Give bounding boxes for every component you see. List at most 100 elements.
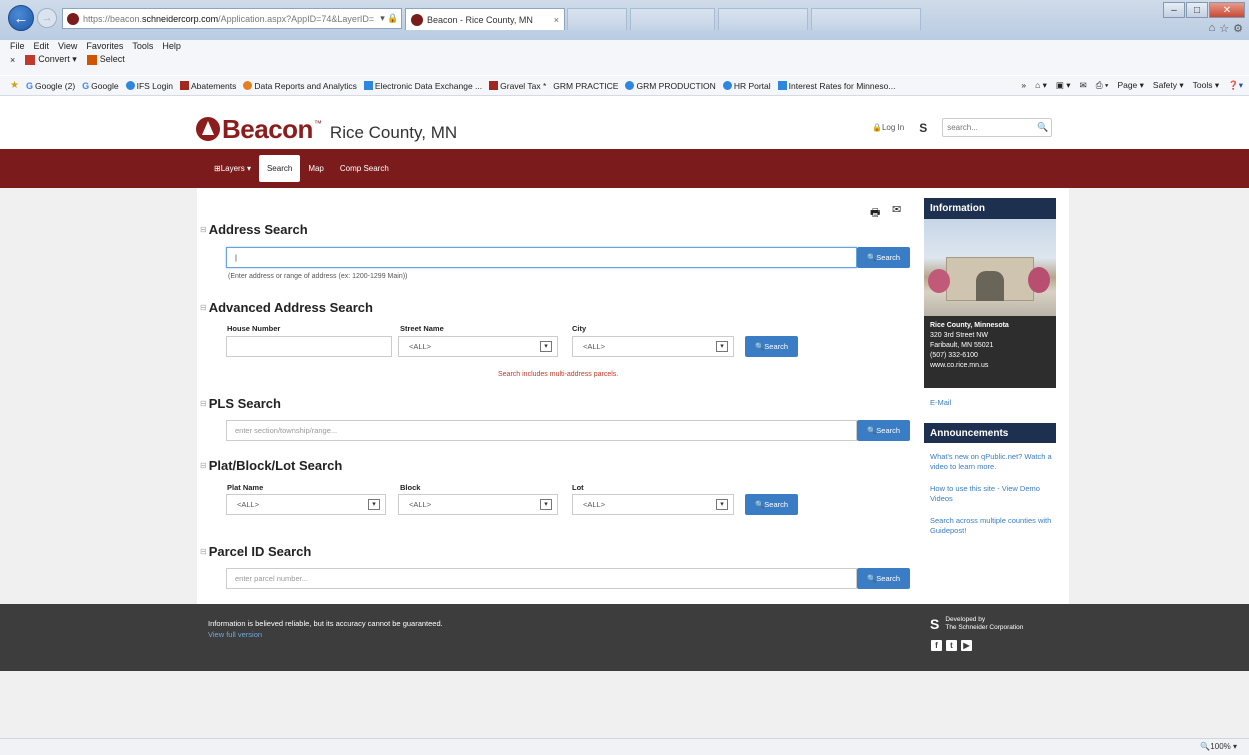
favorite-link[interactable]: GRM PRACTICE xyxy=(553,81,618,91)
house-number-input[interactable] xyxy=(226,336,392,357)
menu-view[interactable]: View xyxy=(58,41,77,51)
menu-file[interactable]: File xyxy=(10,41,25,51)
street-name-label: Street Name xyxy=(400,324,444,333)
login-link[interactable]: 🔒Log In xyxy=(872,123,904,132)
maximize-icon[interactable]: □ xyxy=(1186,2,1208,18)
ie-icon xyxy=(722,81,732,90)
email-link[interactable]: E-Mail xyxy=(930,398,951,407)
county-website[interactable]: www.co.rice.mn.us xyxy=(930,361,1050,371)
ie-icon xyxy=(125,81,135,90)
advanced-search-button[interactable]: 🔍Search xyxy=(745,336,798,357)
parcel-search-button[interactable]: 🔍Search xyxy=(857,568,910,589)
help-icon[interactable]: ❓▾ xyxy=(1228,80,1243,91)
favorite-link[interactable]: HR Portal xyxy=(722,80,771,91)
mail-icon[interactable]: ✉ xyxy=(1080,80,1087,91)
city-select[interactable]: <ALL> ▾ xyxy=(572,336,734,357)
advanced-search-title[interactable]: ⊟ Advanced Address Search xyxy=(200,300,373,315)
browser-tab[interactable] xyxy=(567,8,627,30)
developed-by[interactable]: S Developed by The Schneider Corporation xyxy=(930,616,1023,632)
favorite-link[interactable]: Data Reports and Analytics xyxy=(243,81,357,91)
pls-search-input[interactable]: enter section/township/range... xyxy=(226,420,857,441)
parcel-id-input[interactable]: enter parcel number... xyxy=(226,568,857,589)
favorite-link[interactable]: IFS Login xyxy=(125,81,173,91)
announcement-link[interactable]: What's new on qPublic.net? Watch a video… xyxy=(930,452,1054,472)
plat-name-select[interactable]: <ALL> ▾ xyxy=(226,494,386,515)
browser-tab[interactable] xyxy=(718,8,808,30)
plat-search-title[interactable]: ⊟ Plat/Block/Lot Search xyxy=(200,458,342,473)
menu-help[interactable]: Help xyxy=(162,41,181,51)
menu-favorites[interactable]: Favorites xyxy=(86,41,123,51)
tools-menu[interactable]: Tools ▾ xyxy=(1193,80,1219,91)
home-icon[interactable]: ⌂ xyxy=(1209,22,1216,35)
email-icon[interactable]: ✉ xyxy=(892,203,901,216)
nav-comp-search[interactable]: Comp Search xyxy=(332,155,397,182)
select-button[interactable]: Select xyxy=(86,54,125,65)
close-window-icon[interactable]: ✕ xyxy=(1209,2,1245,18)
block-select[interactable]: <ALL> ▾ xyxy=(398,494,558,515)
nav-layers[interactable]: ⊞Layers ▾ xyxy=(206,155,259,182)
twitter-icon[interactable]: t xyxy=(946,640,957,651)
page-menu[interactable]: Page ▾ xyxy=(1117,80,1143,91)
favorite-label: Abatements xyxy=(190,80,237,91)
favorite-link[interactable]: GRM PRODUCTION xyxy=(625,81,716,91)
pls-search-button[interactable]: 🔍Search xyxy=(857,420,910,441)
tree-shape xyxy=(928,269,950,293)
street-name-select[interactable]: <ALL> ▾ xyxy=(398,336,558,357)
favorites-overflow-icon[interactable]: » xyxy=(1021,80,1026,91)
tab-close-icon[interactable]: × xyxy=(554,15,559,25)
home-menu-icon[interactable]: ⌂ ▾ xyxy=(1035,80,1047,91)
parcel-search-title[interactable]: ⊟ Parcel ID Search xyxy=(200,544,311,559)
favorite-link[interactable]: Abatements xyxy=(179,80,237,91)
collapse-icon: ⊟ xyxy=(200,461,207,470)
browser-tab[interactable] xyxy=(630,8,715,30)
input-caret: | xyxy=(235,253,237,262)
favorite-label: HR Portal xyxy=(733,80,771,91)
plat-search-button[interactable]: 🔍Search xyxy=(745,494,798,515)
announcement-link[interactable]: How to use this site - View Demo Videos xyxy=(930,484,1054,504)
zoom-level[interactable]: 🔍100% ▾ xyxy=(1200,742,1237,751)
lot-select[interactable]: <ALL> ▾ xyxy=(572,494,734,515)
view-full-version-link[interactable]: View full version xyxy=(208,630,262,639)
beacon-logo[interactable]: Beacon ™ Rice County, MN xyxy=(196,114,457,145)
header-right: 🔒Log In S 🔍 xyxy=(872,118,1053,137)
convert-button[interactable]: Convert ▾ xyxy=(25,54,77,65)
favorite-link[interactable]: Gravel Tax * xyxy=(489,81,546,91)
star-icon[interactable]: ☆ xyxy=(1219,22,1229,35)
print-menu-icon[interactable]: ⎙ ▾ xyxy=(1096,80,1109,91)
search-icon[interactable]: 🔍 xyxy=(1037,122,1048,133)
print-icon[interactable]: 🖶 xyxy=(870,204,880,223)
arrow-left-icon: ← xyxy=(13,9,29,27)
address-bar[interactable]: https://beacon. schneidercorp.com/Applica… xyxy=(62,8,402,29)
close-toolbar-icon[interactable]: × xyxy=(10,55,15,65)
announcement-link[interactable]: Search across multiple counties with Gui… xyxy=(930,516,1054,536)
county-city: Faribault, MN 55021 xyxy=(930,342,994,349)
minimize-icon[interactable]: – xyxy=(1163,2,1185,18)
back-button[interactable]: ← xyxy=(8,5,34,31)
header-search-input[interactable] xyxy=(947,123,1038,132)
forward-button[interactable]: → xyxy=(37,8,57,28)
menu-tools[interactable]: Tools xyxy=(132,41,153,51)
facebook-icon[interactable]: f xyxy=(931,640,942,651)
pls-search-title[interactable]: ⊟ PLS Search xyxy=(200,396,281,411)
favorite-link[interactable]: Electronic Data Exchange ... xyxy=(363,81,482,91)
safety-menu[interactable]: Safety ▾ xyxy=(1153,80,1184,91)
favorites-star-icon[interactable]: ★ xyxy=(10,80,19,91)
browser-tab-active[interactable]: Beacon - Rice County, MN × xyxy=(405,8,565,30)
address-search-button[interactable]: 🔍Search xyxy=(857,247,910,268)
nav-map[interactable]: Map xyxy=(300,155,332,182)
favorite-link[interactable]: G Google (2) xyxy=(26,81,75,92)
favorite-link[interactable]: Interest Rates for Minneso... xyxy=(777,81,895,91)
address-search-input[interactable]: | xyxy=(226,247,857,268)
address-bar-controls[interactable]: ▾ 🔒 C xyxy=(380,13,401,24)
chevron-down-icon: ▾ xyxy=(716,341,728,352)
address-search-title[interactable]: ⊟ Address Search xyxy=(200,222,308,237)
report-icon xyxy=(243,81,253,90)
youtube-icon[interactable]: ▶ xyxy=(961,640,972,651)
favorite-link[interactable]: G Google xyxy=(82,81,118,92)
feeds-icon[interactable]: ▣ ▾ xyxy=(1056,80,1071,91)
schneider-logo-icon: S xyxy=(930,616,940,632)
menu-edit[interactable]: Edit xyxy=(34,41,50,51)
gear-icon[interactable]: ⚙ xyxy=(1233,22,1243,35)
nav-search[interactable]: Search xyxy=(258,155,301,182)
browser-tab[interactable] xyxy=(811,8,921,30)
